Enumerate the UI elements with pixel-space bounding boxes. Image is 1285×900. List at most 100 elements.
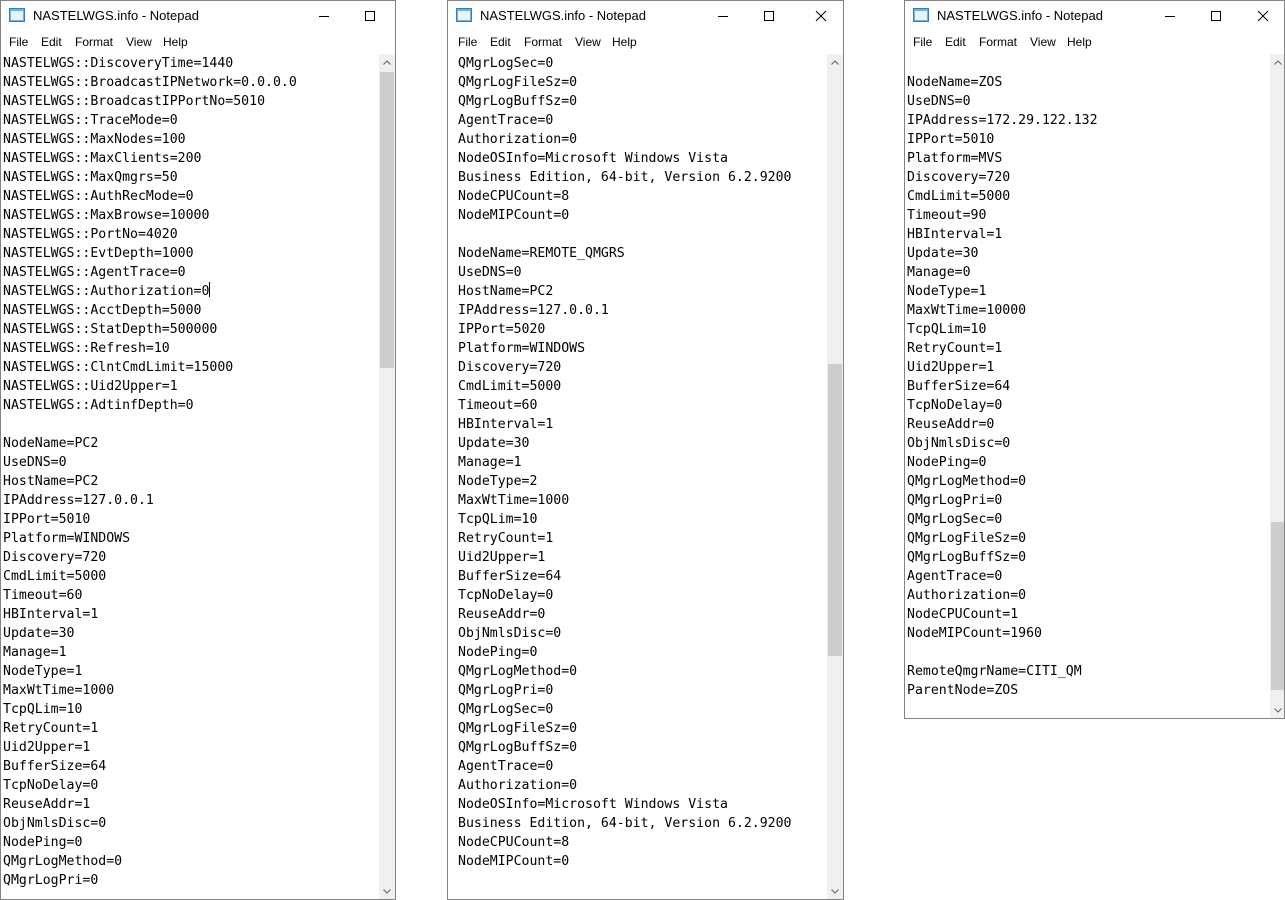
text-line-content: NASTELWGS::MaxNodes=100 <box>3 132 186 147</box>
text-line-content: Timeout=90 <box>907 208 987 223</box>
text-line-content: NASTELWGS::Authorization=0 <box>3 284 210 299</box>
text-line-content: MaxWtTime=1000 <box>3 683 115 698</box>
text-line-content: NodeCPUCount=8 <box>458 835 570 850</box>
text-line: Authorization=0 <box>458 130 825 149</box>
scroll-down-arrow-icon[interactable] <box>379 883 395 899</box>
text-line-content: Update=30 <box>3 626 75 641</box>
notepad-window-3[interactable]: NASTELWGS.info - Notepad File Edit Forma… <box>904 0 1285 719</box>
text-line-content: Authorization=0 <box>907 588 1027 603</box>
menu-format[interactable]: Format <box>75 35 113 49</box>
text-line-content: NASTELWGS::EvtDepth=1000 <box>3 246 194 261</box>
text-line-content: CmdLimit=5000 <box>458 379 562 394</box>
text-line-content: NASTELWGS::BroadcastIPNetwork=0.0.0.0 <box>3 75 297 90</box>
text-line: QMgrLogFileSz=0 <box>458 73 825 92</box>
text-line: NASTELWGS::MaxQmgrs=50 <box>3 168 377 187</box>
text-area[interactable]: QMgrLogSec=0 QMgrLogFileSz=0 QMgrLogBuffSz… <box>458 54 825 899</box>
menu-help[interactable]: Help <box>163 35 188 49</box>
text-line: NodeCPUCount=1 <box>907 605 1266 624</box>
text-line-content: NodeName=REMOTE_QMGRS <box>458 246 625 261</box>
text-line: IPAddress=172.29.122.132 <box>907 111 1266 130</box>
menu-view[interactable]: View <box>575 35 601 49</box>
maximize-button[interactable] <box>1193 1 1239 31</box>
close-button[interactable] <box>798 1 843 31</box>
vertical-scrollbar[interactable] <box>827 54 843 899</box>
text-line: QMgrLogPri=0 <box>907 491 1266 510</box>
text-line-content: CmdLimit=5000 <box>3 569 107 584</box>
maximize-button[interactable] <box>347 1 393 31</box>
menu-edit[interactable]: Edit <box>490 35 511 49</box>
text-line-content: RetryCount=1 <box>458 531 554 546</box>
scroll-up-arrow-icon[interactable] <box>1270 54 1284 70</box>
text-line: RetryCount=1 <box>3 719 377 738</box>
text-line: NASTELWGS::StatDepth=500000 <box>3 320 377 339</box>
close-button[interactable] <box>1240 1 1284 31</box>
scrollbar-thumb[interactable] <box>1271 522 1284 690</box>
title-bar[interactable]: NASTELWGS.info - Notepad <box>448 1 843 31</box>
text-line-content: Business Edition, 64-bit, Version 6.2.92… <box>458 816 792 831</box>
text-area[interactable]: NodeName=ZOS UseDNS=0 IPAddress=172.29.122… <box>907 54 1266 718</box>
text-line-content: HBInterval=1 <box>907 227 1003 242</box>
title-bar[interactable]: NASTELWGS.info - Notepad <box>1 1 395 31</box>
text-line <box>3 415 377 434</box>
text-line: Uid2Upper=1 <box>3 738 377 757</box>
text-line: NASTELWGS::AcctDepth=5000 <box>3 301 377 320</box>
text-line: Authorization=0 <box>458 776 825 795</box>
text-line-content: QMgrLogMethod=0 <box>907 474 1027 489</box>
scrollbar-thumb[interactable] <box>380 72 394 368</box>
text-line-content: ReuseAddr=0 <box>458 607 546 622</box>
text-line-content: AgentTrace=0 <box>458 113 554 128</box>
minimize-button[interactable] <box>1147 1 1193 31</box>
menu-view[interactable]: View <box>126 35 152 49</box>
text-line-content: IPAddress=127.0.0.1 <box>3 493 154 508</box>
menu-view[interactable]: View <box>1030 35 1056 49</box>
text-line-content: NASTELWGS::TraceMode=0 <box>3 113 178 128</box>
text-line: NodeName=PC2 <box>3 434 377 453</box>
text-line-content: NodePing=0 <box>458 645 538 660</box>
text-line: NASTELWGS::PortNo=4020 <box>3 225 377 244</box>
scroll-up-arrow-icon[interactable] <box>379 54 395 70</box>
vertical-scrollbar[interactable] <box>1270 54 1284 718</box>
maximize-icon <box>1211 11 1221 21</box>
text-line: QMgrLogPri=0 <box>3 871 377 890</box>
minimize-button[interactable] <box>700 1 746 31</box>
text-line: AgentTrace=0 <box>458 111 825 130</box>
window-title: NASTELWGS.info - Notepad <box>33 8 199 23</box>
close-button[interactable] <box>393 1 395 31</box>
menu-format[interactable]: Format <box>979 35 1017 49</box>
text-line: NodeType=2 <box>458 472 825 491</box>
text-line-content: NASTELWGS::ClntCmdLimit=15000 <box>3 360 234 375</box>
maximize-icon <box>764 11 774 21</box>
text-line: NASTELWGS::Uid2Upper=1 <box>3 377 377 396</box>
text-line: NASTELWGS::TraceMode=0 <box>3 111 377 130</box>
scrollbar-thumb[interactable] <box>828 364 842 656</box>
menu-bar: File Edit Format View Help <box>448 31 843 53</box>
text-line-content: NodeType=1 <box>3 664 83 679</box>
text-area[interactable]: NASTELWGS::DiscoveryTime=1440 NASTELWGS::… <box>3 54 377 899</box>
text-line: NodeName=ZOS <box>907 73 1266 92</box>
menu-edit[interactable]: Edit <box>41 35 62 49</box>
scroll-up-arrow-icon[interactable] <box>827 54 843 70</box>
maximize-button[interactable] <box>746 1 792 31</box>
vertical-scrollbar[interactable] <box>379 54 395 899</box>
title-bar[interactable]: NASTELWGS.info - Notepad <box>905 1 1284 31</box>
scroll-down-arrow-icon[interactable] <box>827 883 843 899</box>
scroll-down-arrow-icon[interactable] <box>1270 702 1284 718</box>
text-line: IPPort=5010 <box>907 130 1266 149</box>
menu-file[interactable]: File <box>9 35 28 49</box>
menu-file[interactable]: File <box>458 35 477 49</box>
menu-help[interactable]: Help <box>1067 35 1092 49</box>
text-line-content: ObjNmlsDisc=0 <box>907 436 1011 451</box>
menu-file[interactable]: File <box>913 35 932 49</box>
text-line-content: NASTELWGS::AdtinfDepth=0 <box>3 398 194 413</box>
menu-help[interactable]: Help <box>612 35 637 49</box>
menu-format[interactable]: Format <box>524 35 562 49</box>
menu-edit[interactable]: Edit <box>945 35 966 49</box>
text-line: NASTELWGS::EvtDepth=1000 <box>3 244 377 263</box>
text-line-content: BufferSize=64 <box>458 569 562 584</box>
minimize-button[interactable] <box>301 1 347 31</box>
notepad-window-2[interactable]: NASTELWGS.info - Notepad File Edit Forma… <box>447 0 844 900</box>
notepad-window-1[interactable]: NASTELWGS.info - Notepad File Edit Forma… <box>0 0 396 900</box>
minimize-icon <box>718 16 728 17</box>
text-line: NodeOSInfo=Microsoft Windows Vista <box>458 795 825 814</box>
text-line: NodeCPUCount=8 <box>458 187 825 206</box>
